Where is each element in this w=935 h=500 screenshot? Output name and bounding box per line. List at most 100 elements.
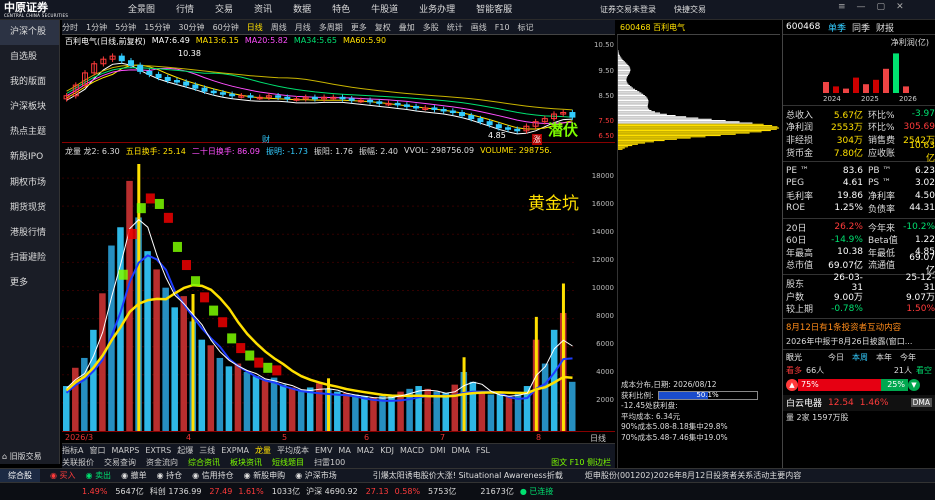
nav-ipo[interactable]: 新股IPO (0, 145, 59, 170)
thumbs-up-icon[interactable]: ▲ (786, 378, 798, 391)
bn-buy[interactable]: ◉ 买入 (50, 470, 76, 481)
related-stock[interactable]: 白云电器 12.54 1.46% DMA (783, 394, 935, 411)
ind-tab-a[interactable]: 指标A (62, 445, 83, 456)
ind-tab-dma[interactable]: DMA (451, 446, 470, 455)
ind-tab-avg-cost[interactable]: 平均成本 (277, 445, 309, 456)
connection-status[interactable]: ● 已连接 (520, 486, 554, 497)
sentiment-tab-eye[interactable]: 眼光 (786, 352, 802, 363)
close-icon[interactable]: ✕ (896, 2, 904, 12)
tb-30min[interactable]: 30分钟 (178, 22, 204, 33)
tb-draw[interactable]: 画线 (471, 22, 487, 33)
menu-bull-stocks[interactable]: 牛股道 (371, 0, 398, 20)
fast-trade-link[interactable]: 快捷交易 (674, 4, 706, 15)
menu-services[interactable]: 业务办理 (419, 0, 455, 20)
bn-composite[interactable]: 综合股 (0, 468, 40, 483)
candlestick-chart[interactable] (62, 47, 582, 143)
sidebar-toggle[interactable]: 图文 F10 侧边栏 (551, 457, 611, 468)
menu-features[interactable]: 特色 (332, 0, 350, 20)
bn-cancel[interactable]: ◉ 撤单 (121, 470, 147, 481)
bn-sell[interactable]: ◉ 卖出 (86, 470, 112, 481)
news-ticker-1[interactable]: 引爆太阳诱电股价大涨! Situational Awareness折载 (373, 470, 563, 481)
ind-tab-ma2[interactable]: MA2 (357, 446, 374, 455)
ind-tab-emv[interactable]: EMV (315, 446, 332, 455)
info-tab-trade-query[interactable]: 交易查询 (104, 457, 136, 468)
ind-tab-window[interactable]: 窗口 (89, 445, 105, 456)
ind-tab-longliang[interactable]: 龙量 (255, 445, 271, 456)
tb-restore-rights[interactable]: 复权 (375, 22, 391, 33)
news-ticker-2[interactable]: 炬申股份(001202)2026年8月12日投资者关系活动主要内容 (585, 470, 801, 481)
tb-multi-period[interactable]: 多周期 (319, 22, 343, 33)
info-tab-scan100[interactable]: 扫雷100 (314, 457, 345, 468)
ind-tab-fsl[interactable]: FSL (476, 446, 490, 455)
info-tab-short-topics[interactable]: 短线题目 (272, 457, 304, 468)
volume-chart[interactable] (62, 157, 582, 431)
sentiment-tab-year[interactable]: 本年 (876, 352, 892, 363)
tb-1min[interactable]: 1分钟 (86, 22, 107, 33)
ind-tab-ma[interactable]: MA (338, 446, 350, 455)
tb-intraday[interactable]: 分时 (62, 22, 78, 33)
menu-quotes[interactable]: 行情 (176, 0, 194, 20)
trade-login-status[interactable]: 证券交易未登录 (600, 4, 656, 15)
nav-risk-scan[interactable]: 扫雷避险 (0, 246, 59, 271)
maximize-icon[interactable]: ▢ (877, 2, 886, 12)
tb-60min[interactable]: 60分钟 (213, 22, 239, 33)
tb-overlay[interactable]: 叠加 (399, 22, 415, 33)
rp-tab-quarter[interactable]: 单季 (828, 21, 846, 34)
menu-ai-service[interactable]: 智能客服 (476, 0, 512, 20)
info-tab-related[interactable]: 关联报价 (62, 457, 94, 468)
ind-tab-macd[interactable]: MACD (400, 446, 424, 455)
nav-futures[interactable]: 期货现货 (0, 196, 59, 221)
ind-tab-sanxian[interactable]: 三线 (199, 445, 215, 456)
limit-up-marker[interactable]: 涨 (532, 134, 542, 145)
ind-tab-kdj[interactable]: KDJ (380, 446, 394, 455)
menu-data[interactable]: 数据 (293, 0, 311, 20)
tb-f10[interactable]: F10 (495, 23, 510, 32)
thumbs-down-icon[interactable]: ▼ (908, 378, 920, 391)
tb-daily[interactable]: 日线 (247, 22, 263, 33)
ticker-star[interactable]: 科创 1736.99 (150, 486, 202, 497)
menu-icon[interactable]: ≡ (838, 2, 846, 12)
nav-my-layout[interactable]: 我的版面 (0, 70, 59, 95)
nav-more[interactable]: 更多 (0, 271, 59, 296)
bn-hs-market[interactable]: ◉ 沪深市场 (295, 470, 337, 481)
finance-marker[interactable]: 财 (262, 134, 270, 145)
rp-news-title[interactable]: 8月12日有1条投资者互动内容 (786, 321, 932, 333)
info-tab-sector-news[interactable]: 板块资讯 (230, 457, 262, 468)
ind-tab-dmi[interactable]: DMI (430, 446, 445, 455)
old-version-link[interactable]: ⌂ 旧版交易 (2, 451, 42, 462)
nav-watchlist[interactable]: 自选股 (0, 45, 59, 70)
bn-ipo[interactable]: ◉ 新股申购 (244, 470, 286, 481)
rp-news-item[interactable]: 2026年中报于8月26日披露(窗口... (786, 336, 932, 347)
bn-position[interactable]: ◉ 持仓 (157, 470, 183, 481)
nav-options[interactable]: 期权市场 (0, 171, 59, 196)
tb-weekly[interactable]: 周线 (271, 22, 287, 33)
rp-tab-report[interactable]: 财报 (876, 21, 894, 34)
ind-tab-extrs[interactable]: EXTRS (145, 446, 171, 455)
rp-tab-same-quarter[interactable]: 同季 (852, 21, 870, 34)
menu-panorama[interactable]: 全景图 (128, 0, 155, 20)
sentiment-tab-ytd[interactable]: 今年 (900, 352, 916, 363)
tb-stats[interactable]: 统计 (447, 22, 463, 33)
tb-monthly[interactable]: 月线 (295, 22, 311, 33)
broker-logo[interactable]: 中原证券 CENTRAL CHINA SECURITIES (4, 2, 96, 18)
nav-hot-topics[interactable]: 热点主题 (0, 120, 59, 145)
nav-hs-stocks[interactable]: 沪深个股 (0, 20, 59, 46)
tb-multi-stock[interactable]: 多股 (423, 22, 439, 33)
nav-hk-stocks[interactable]: 港股行情 (0, 221, 59, 246)
ind-tab-marps[interactable]: MARPS (111, 446, 139, 455)
ticker-hs[interactable]: 沪深 4690.92 (306, 486, 358, 497)
menu-trade[interactable]: 交易 (215, 0, 233, 20)
ind-tab-qibao[interactable]: 起爆 (177, 445, 193, 456)
minimize-icon[interactable]: — (857, 2, 866, 12)
menu-news[interactable]: 资讯 (254, 0, 272, 20)
sentiment-tab-today[interactable]: 今日 (828, 352, 844, 363)
sentiment-tab-week[interactable]: 本周 (852, 352, 868, 363)
tb-15min[interactable]: 15分钟 (144, 22, 170, 33)
tb-more[interactable]: 更多 (351, 22, 367, 33)
ind-tab-expma[interactable]: EXPMA (221, 446, 249, 455)
bn-credit[interactable]: ◉ 信用持仓 (192, 470, 234, 481)
tb-mark[interactable]: 标记 (518, 22, 534, 33)
info-tab-fund-flow[interactable]: 资金流向 (146, 457, 178, 468)
tb-5min[interactable]: 5分钟 (115, 22, 136, 33)
nav-hs-sectors[interactable]: 沪深板块 (0, 95, 59, 120)
